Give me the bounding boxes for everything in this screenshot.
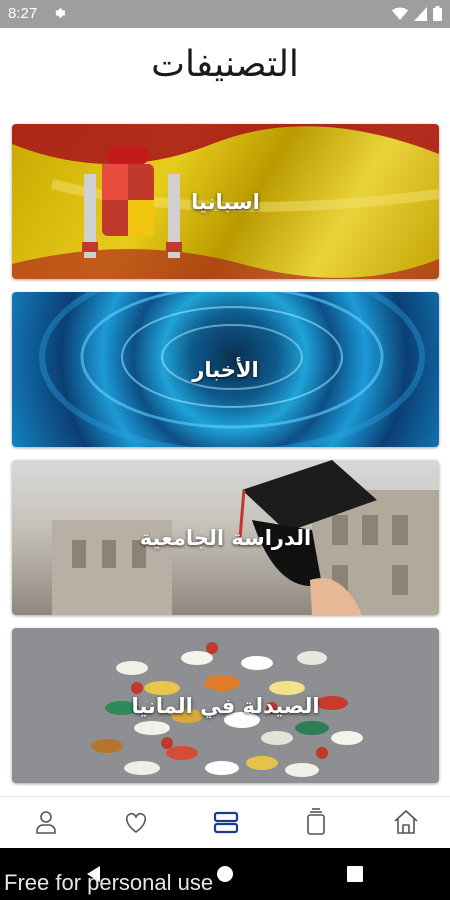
category-card-spain[interactable]: اسبانيا [12, 124, 439, 279]
category-label-news: الأخبار [192, 357, 259, 382]
stacked-cards-icon [307, 808, 325, 835]
heart-icon [126, 812, 146, 833]
nav-saved[interactable] [301, 807, 331, 837]
page-title: التصنيفات [151, 44, 299, 85]
nav-profile[interactable] [31, 807, 61, 837]
nav-favorites[interactable] [121, 807, 151, 837]
status-icons [392, 6, 442, 21]
category-label-spain: اسبانيا [191, 189, 260, 214]
recents-icon[interactable] [346, 865, 364, 883]
status-bar: 8:27 [0, 0, 450, 28]
profile-icon [36, 811, 56, 834]
battery-icon [433, 6, 442, 21]
nav-categories[interactable] [211, 807, 241, 837]
home-button-icon[interactable] [215, 864, 235, 884]
category-card-university[interactable]: الدراسة الجامعية [12, 460, 439, 615]
bottom-navigation [0, 796, 450, 849]
categories-icon [213, 811, 239, 834]
settings-gear-icon [55, 8, 66, 18]
home-icon [394, 810, 418, 834]
signal-icon [414, 6, 427, 21]
category-card-pharmacy[interactable]: الصيدلة في المانيا [12, 628, 439, 783]
status-time: 8:27 [8, 5, 38, 22]
wifi-icon [392, 7, 408, 20]
watermark-text: Free for personal use [4, 870, 214, 895]
category-label-university: الدراسة الجامعية [139, 525, 312, 550]
category-label-pharmacy: الصيدلة في المانيا [131, 693, 320, 718]
nav-home[interactable] [391, 807, 421, 837]
category-card-news[interactable]: الأخبار [12, 292, 439, 447]
